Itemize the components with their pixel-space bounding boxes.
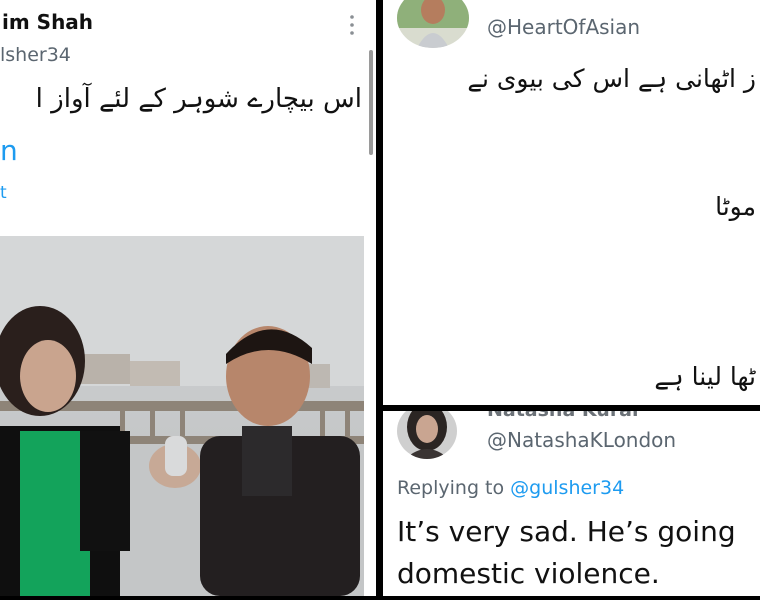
- replying-prefix: Replying to: [397, 477, 505, 499]
- link-fragment-small[interactable]: t: [0, 183, 7, 203]
- author-name[interactable]: Natasha Kural: [487, 411, 639, 421]
- avatar[interactable]: [397, 0, 469, 48]
- video-scene: [0, 236, 364, 596]
- author-handle[interactable]: @HeartOfAsian: [487, 15, 640, 39]
- avatar[interactable]: [397, 411, 457, 459]
- replying-handle[interactable]: @gulsher34: [510, 477, 624, 499]
- more-vertical-icon[interactable]: [349, 14, 355, 36]
- author-handle[interactable]: lsher34: [0, 44, 71, 66]
- scrollbar[interactable]: [369, 50, 373, 155]
- tweet-text-line-2: domestic violence.: [397, 557, 660, 590]
- tweet-panel-top-right: @HeartOfAsian ز اٹھانی ہے اس کی بیوی نے …: [383, 0, 760, 405]
- tweet-line-3: ٹھا لینا ہے: [654, 362, 756, 391]
- link-fragment[interactable]: n: [0, 134, 18, 167]
- tweet-panel-bottom-right: Natasha Kural @NatashaKLondon Replying t…: [383, 411, 760, 596]
- replying-to: Replying to @gulsher34: [397, 477, 624, 499]
- avatar-image: [397, 0, 469, 48]
- tweet-text: اس بیچارے شوہر کے لئے آواز ا: [35, 84, 362, 114]
- author-name[interactable]: im Shah: [2, 10, 93, 34]
- tweet-line-2: موٹا: [715, 192, 756, 221]
- author-handle[interactable]: @NatashaKLondon: [487, 428, 676, 452]
- video-thumbnail[interactable]: [0, 236, 364, 596]
- tweet-panel-left: im Shah lsher34 اس بیچارے شوہر کے لئے آو…: [0, 0, 376, 596]
- avatar-image: [397, 411, 457, 459]
- tweet-line-1: ز اٹھانی ہے اس کی بیوی نے: [467, 64, 756, 93]
- tweet-text-line-1: It’s very sad. He’s going: [397, 515, 736, 548]
